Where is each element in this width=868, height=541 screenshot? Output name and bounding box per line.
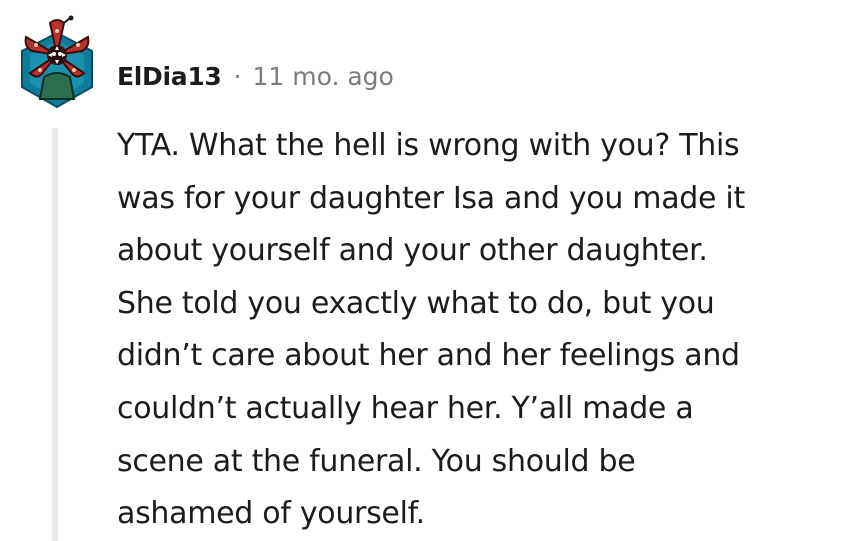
meta-separator: · [233,61,242,91]
comment-author[interactable]: ElDia13 [117,62,222,91]
comment-text-line: ashamed of yourself. [117,496,425,532]
comment-timestamp[interactable]: 11 mo. ago [252,62,393,91]
user-avatar-icon[interactable] [14,15,100,111]
comment-body: YTA. What the hell is wrong with you? Th… [117,120,857,541]
comment-text-line: about yourself and your other daughter. [117,233,708,269]
comment-text-line: scene at the funeral. You should be [117,443,636,479]
comment-text-line: didn’t care about her and her feelings a… [117,338,740,374]
comment-header: ElDia13 · 11 mo. ago [117,56,394,96]
thread-collapse-line[interactable] [52,128,58,541]
comment-text-line: YTA. What the hell is wrong with you? Th… [117,128,740,163]
comment-text-line: couldn’t actually hear her. Y’all made a [117,390,694,426]
comment-text-line: She told you exactly what to do, but you [117,285,715,321]
comment-text-line: was for your daughter Isa and you made i… [117,180,745,216]
